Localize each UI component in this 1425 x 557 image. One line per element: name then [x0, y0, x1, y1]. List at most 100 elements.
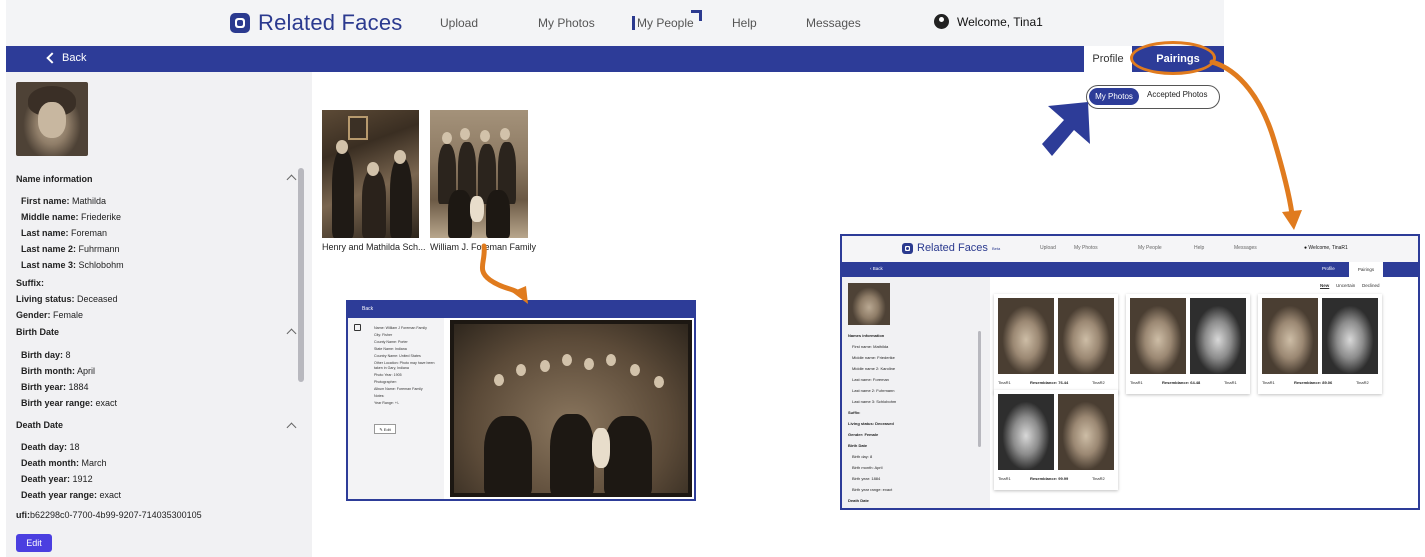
- shot-sidebar-line: Middle name: Friederike: [852, 355, 895, 360]
- inset-line: Other Location: Photo may have been: [374, 361, 435, 365]
- inset-line: Notes:: [374, 394, 385, 398]
- name-row: Last name: Foreman: [21, 228, 108, 238]
- death-row: Death year: 1912: [21, 474, 93, 484]
- inset-edit-button[interactable]: ✎ Edit: [374, 424, 396, 434]
- shot-sidebar: Names information First name: Mathilda Mid…: [842, 277, 990, 508]
- filter-new[interactable]: New: [1320, 283, 1329, 288]
- shot-back-button[interactable]: ‹ Back: [870, 266, 883, 271]
- nav-my-people[interactable]: My People: [632, 10, 702, 30]
- name-information-title: Name information: [16, 174, 93, 184]
- shot-sidebar-line: Suffix:: [848, 410, 861, 415]
- inset-line: Photographer:: [374, 380, 397, 384]
- photo-caption: William J. Foreman Family: [430, 242, 537, 252]
- nav-messages[interactable]: Messages: [806, 16, 861, 30]
- profile-sidebar: Name information First name: Mathilda Mi…: [6, 72, 312, 557]
- user-icon: [934, 14, 949, 29]
- birth-row: Birth month: April: [21, 366, 96, 376]
- chevron-up-icon[interactable]: [286, 328, 297, 339]
- accepted-photos-toggle[interactable]: Accepted Photos: [1147, 90, 1207, 99]
- shot-nav-item[interactable]: My Photos: [1074, 245, 1098, 251]
- shot-sidebar-line: Last name: Foreman: [852, 377, 889, 382]
- shot-top-nav: Related Faces Beta Upload My Photos My Pe…: [842, 236, 1418, 262]
- shot-sidebar-line: Last name 3: Schlobohm: [852, 399, 897, 404]
- shot-sidebar-line: Middle name 2: Karoline: [852, 366, 896, 371]
- name-row: First name: Mathilda: [21, 196, 107, 206]
- pairing-card[interactable]: TinaR1 Resemblance: 64.48 TinaR1: [1126, 294, 1250, 394]
- tab-profile[interactable]: Profile: [1084, 46, 1132, 72]
- photo-caption: Henry and Mathilda Sch...: [322, 242, 426, 252]
- shot-brand: Related Faces Beta: [902, 242, 1000, 254]
- photo-detail-screenshot: Back Name: William J Foreman Family City…: [346, 300, 696, 501]
- inset-info-panel: Name: William J Foreman Family City: Fis…: [348, 318, 444, 499]
- shot-nav-item[interactable]: My People: [1138, 245, 1162, 251]
- brand-logo-icon: [902, 242, 913, 254]
- shot-sidebar-line: Birth year range: exact: [852, 487, 893, 492]
- shot-action-bar: ‹ Back Profile Pairings: [842, 262, 1418, 277]
- filter-declined[interactable]: Declined: [1362, 283, 1380, 288]
- shot-nav-item[interactable]: Help: [1194, 245, 1204, 251]
- inset-line: Year Range: +/-: [374, 401, 400, 405]
- pairings-screenshot: Related Faces Beta Upload My Photos My Pe…: [840, 234, 1420, 510]
- birth-row: Birth day: 8: [21, 350, 71, 360]
- user-menu[interactable]: Welcome, Tina1: [934, 14, 1043, 29]
- name-row: Middle name: Friederike: [21, 212, 122, 222]
- action-bar: Back Profile Pairings: [6, 46, 1224, 72]
- profile-portrait: [16, 82, 88, 156]
- nav-help[interactable]: Help: [732, 16, 757, 30]
- photo-thumbnail[interactable]: [430, 110, 528, 238]
- inset-action-bar: Back: [348, 302, 694, 318]
- shot-tab-pairings[interactable]: Pairings: [1349, 262, 1383, 277]
- photo-filter-toggle: My Photos Accepted Photos: [1086, 85, 1220, 109]
- pairing-card[interactable]: TinaR1 Resemblance: 99.99 TinaR2: [994, 390, 1118, 490]
- chevron-left-icon: [46, 52, 58, 64]
- shot-portrait: [848, 283, 890, 325]
- inset-line: Country Name: United States: [374, 354, 421, 358]
- name-row: Last name 3: Schlobohm: [21, 260, 124, 270]
- top-nav: Related Faces Upload My Photos My People…: [6, 0, 1224, 46]
- shot-sidebar-line: Gender: Female: [848, 432, 879, 437]
- info-icon: [354, 324, 361, 331]
- shot-sidebar-line: Birth month: April: [852, 465, 883, 470]
- inset-line: City: Fisher: [374, 333, 393, 337]
- edit-button[interactable]: Edit: [16, 534, 52, 552]
- nav-my-photos[interactable]: My Photos: [538, 16, 595, 30]
- inset-line: State Name: Indiana: [374, 347, 407, 351]
- brand[interactable]: Related Faces: [230, 10, 402, 36]
- brand-logo-icon: [230, 13, 250, 33]
- shot-sidebar-line: Birth Date: [848, 443, 868, 448]
- pairing-card[interactable]: TinaR1 Resemblance: 89.06 TinaR2: [1258, 294, 1382, 394]
- death-row: Death month: March: [21, 458, 107, 468]
- sidebar-scrollbar[interactable]: [298, 168, 304, 382]
- birth-row: Birth year range: exact: [21, 398, 118, 408]
- birth-row: Birth year: 1884: [21, 382, 89, 392]
- pairings-highlight-ring: [1130, 41, 1216, 75]
- inset-line: County Name: Porter: [374, 340, 408, 344]
- death-row: Death day: 18: [21, 442, 80, 452]
- inset-back-button[interactable]: Back: [362, 306, 373, 312]
- chevron-up-icon[interactable]: [286, 174, 297, 185]
- inset-family-photo: [450, 320, 692, 497]
- suffix-row: Suffix:: [16, 278, 44, 288]
- chevron-up-icon[interactable]: [286, 422, 297, 433]
- nav-upload[interactable]: Upload: [440, 16, 478, 30]
- shot-sidebar-line: Death Date: [848, 498, 869, 503]
- shot-nav-item[interactable]: Messages: [1234, 245, 1257, 251]
- brand-name: Related Faces: [258, 10, 403, 35]
- inset-line: Photo Year: 1905: [374, 373, 402, 377]
- shot-sidebar-line: Names information: [848, 333, 885, 338]
- shot-welcome[interactable]: ● Welcome, TinaR1: [1304, 245, 1348, 251]
- back-button[interactable]: Back: [46, 52, 86, 64]
- inset-line: Name: William J Foreman Family: [374, 326, 427, 330]
- shot-sidebar-line: Birth day: 8: [852, 454, 873, 459]
- shot-scrollbar[interactable]: [978, 331, 981, 447]
- shot-tab-profile[interactable]: Profile: [1322, 266, 1335, 271]
- welcome-text: Welcome, Tina1: [957, 14, 1043, 29]
- shot-nav-item[interactable]: Upload: [1040, 245, 1056, 251]
- filter-uncertain[interactable]: Uncertain: [1336, 283, 1355, 288]
- shot-sidebar-line: Living status: Deceased: [848, 421, 894, 426]
- name-row: Last name 2: Fuhrmann: [21, 244, 120, 254]
- pairing-card[interactable]: TinaR1 Resemblance: 76.44 TinaR2: [994, 294, 1118, 394]
- living-status-row: Living status: Deceased: [16, 294, 118, 304]
- my-photos-toggle[interactable]: My Photos: [1089, 88, 1139, 105]
- photo-thumbnail[interactable]: [322, 110, 419, 238]
